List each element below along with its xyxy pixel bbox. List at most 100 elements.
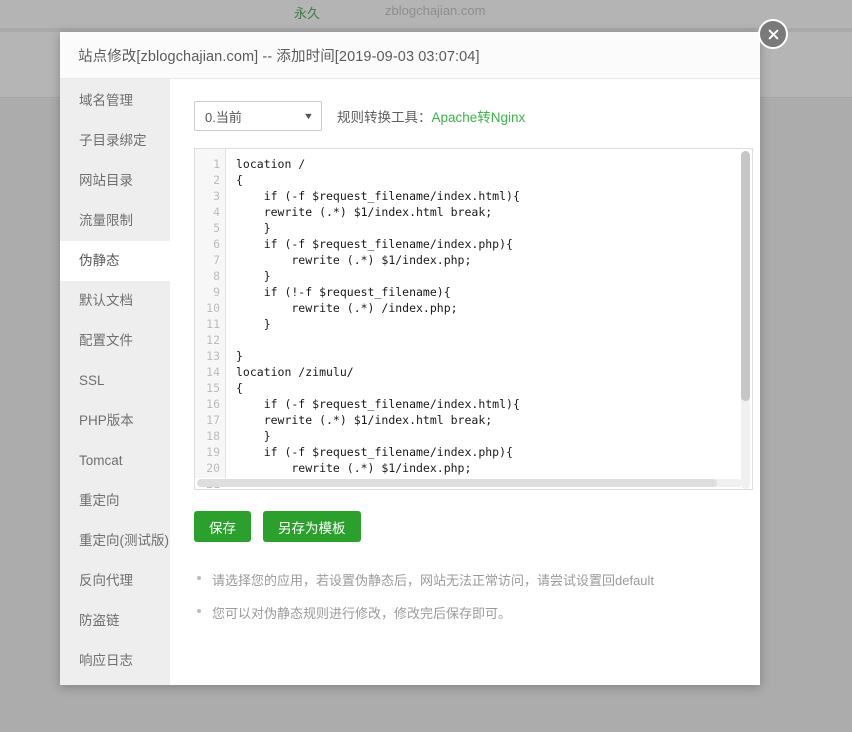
line-number: 7: [195, 252, 225, 268]
line-number: 19: [195, 444, 225, 460]
sidebar-item-label: 流量限制: [79, 213, 133, 228]
action-buttons: 保存 另存为模板: [194, 511, 760, 542]
code-line: }: [236, 268, 752, 284]
code-line: }: [236, 348, 752, 364]
rewrite-settings-panel: 0.当前 ▼ 规则转换工具：Apache转Nginx 1234567891011…: [170, 79, 760, 685]
sidebar-item-label: 重定向: [79, 493, 120, 508]
code-line: rewrite (.*) $1/index.php;: [236, 460, 752, 476]
code-line: }: [236, 220, 752, 236]
sidebar-item-hotlink-protection[interactable]: 防盗链: [60, 601, 170, 641]
sidebar-item-label: 响应日志: [79, 653, 133, 668]
apache-to-nginx-link[interactable]: Apache转Nginx: [432, 110, 526, 125]
line-number: 12: [195, 332, 225, 348]
sidebar-item-default-document[interactable]: 默认文档: [60, 281, 170, 321]
line-number: 14: [195, 364, 225, 380]
code-line: if (-f $request_filename/index.php){: [236, 236, 752, 252]
code-line: rewrite (.*) $1/index.html break;: [236, 204, 752, 220]
close-circle-icon[interactable]: [758, 19, 788, 49]
editor-vertical-scrollbar-thumb[interactable]: [741, 151, 750, 401]
code-line: [236, 332, 752, 348]
sidebar-item-domain-management[interactable]: 域名管理: [60, 81, 170, 121]
line-number: 5: [195, 220, 225, 236]
modal-body: 域名管理 子目录绑定 网站目录 流量限制 伪静态 默认文档 配置文件 SSL P…: [60, 79, 760, 685]
editor-horizontal-scrollbar-thumb[interactable]: [197, 479, 717, 487]
code-line: if (-f $request_filename/index.html){: [236, 396, 752, 412]
help-notes: 请选择您的应用，若设置伪静态后，网站无法正常访问，请尝试设置回default 您…: [194, 570, 760, 622]
sidebar-item-label: 配置文件: [79, 333, 133, 348]
code-line: if (!-f $request_filename){: [236, 284, 752, 300]
line-number: 9: [195, 284, 225, 300]
site-edit-modal: 站点修改[zblogchajian.com] -- 添加时间[2019-09-0…: [60, 32, 760, 685]
line-number: 16: [195, 396, 225, 412]
line-number: 18: [195, 428, 225, 444]
sidebar-item-label: 默认文档: [79, 293, 133, 308]
sidebar-item-reverse-proxy[interactable]: 反向代理: [60, 561, 170, 601]
rewrite-code-editor[interactable]: 123456789101112131415161718192021 locati…: [194, 148, 753, 490]
line-number: 17: [195, 412, 225, 428]
code-line: if (-f $request_filename/index.html){: [236, 188, 752, 204]
sidebar-item-redirect-beta[interactable]: 重定向(测试版): [60, 521, 170, 561]
code-line: {: [236, 172, 752, 188]
sidebar-item-label: 反向代理: [79, 573, 133, 588]
sidebar-item-response-log[interactable]: 响应日志: [60, 641, 170, 681]
line-number: 13: [195, 348, 225, 364]
sidebar-item-website-directory[interactable]: 网站目录: [60, 161, 170, 201]
sidebar-item-label: 域名管理: [79, 93, 133, 108]
converter-label: 规则转换工具：Apache转Nginx: [337, 106, 525, 126]
line-number: 11: [195, 316, 225, 332]
line-number-gutter: 123456789101112131415161718192021: [195, 149, 226, 478]
sidebar-item-config-file[interactable]: 配置文件: [60, 321, 170, 361]
sidebar-item-ssl[interactable]: SSL: [60, 361, 170, 401]
line-number: 6: [195, 236, 225, 252]
code-line: rewrite (.*) $1/index.html break;: [236, 412, 752, 428]
sidebar-item-redirect[interactable]: 重定向: [60, 481, 170, 521]
code-line: if (-f $request_filename/index.php){: [236, 444, 752, 460]
code-line: rewrite (.*) $1/index.php;: [236, 252, 752, 268]
chevron-down-icon: ▼: [303, 111, 314, 121]
line-number: 8: [195, 268, 225, 284]
code-line: location /: [236, 156, 752, 172]
save-as-template-button[interactable]: 另存为模板: [263, 511, 361, 542]
rewrite-rule-select[interactable]: 0.当前 ▼: [194, 101, 322, 131]
converter-label-text: 规则转换工具：: [337, 110, 432, 125]
settings-sidebar: 域名管理 子目录绑定 网站目录 流量限制 伪静态 默认文档 配置文件 SSL P…: [60, 79, 170, 685]
help-note-item: 您可以对伪静态规则进行修改，修改完后保存即可。: [194, 603, 760, 622]
background-domain-label: zblogchajian.com: [385, 3, 485, 18]
line-number: 10: [195, 300, 225, 316]
code-line: }: [236, 316, 752, 332]
sidebar-item-label: 重定向(测试版): [79, 533, 169, 548]
rewrite-rule-select-value: 0.当前: [205, 107, 242, 126]
code-editor-surface[interactable]: 123456789101112131415161718192021 locati…: [195, 149, 752, 478]
line-number: 1: [195, 156, 225, 172]
sidebar-item-label: 网站目录: [79, 173, 133, 188]
sidebar-item-rewrite[interactable]: 伪静态: [60, 241, 170, 281]
background-topbar-content: 永久 zblogchajian.com: [0, 0, 852, 28]
sidebar-item-php-version[interactable]: PHP版本: [60, 401, 170, 441]
line-number: 15: [195, 380, 225, 396]
rewrite-toolbar: 0.当前 ▼ 规则转换工具：Apache转Nginx: [194, 101, 760, 131]
sidebar-item-label: PHP版本: [79, 413, 134, 428]
sidebar-item-label: 伪静态: [79, 253, 120, 268]
code-line: }: [236, 476, 752, 478]
save-button[interactable]: 保存: [194, 511, 251, 542]
line-number: 3: [195, 188, 225, 204]
editor-vertical-scrollbar[interactable]: [741, 151, 750, 489]
page-title: 站点修改[zblogchajian.com] -- 添加时间[2019-09-0…: [78, 45, 480, 66]
code-line: {: [236, 380, 752, 396]
code-line: }: [236, 428, 752, 444]
code-line: location /zimulu/: [236, 364, 752, 380]
line-number: 20: [195, 460, 225, 476]
background-permanent-label: 永久: [294, 3, 320, 22]
modal-header: 站点修改[zblogchajian.com] -- 添加时间[2019-09-0…: [60, 32, 760, 79]
editor-horizontal-scrollbar[interactable]: [197, 479, 742, 487]
sidebar-item-label: SSL: [79, 373, 105, 388]
sidebar-item-traffic-limit[interactable]: 流量限制: [60, 201, 170, 241]
line-number: 2: [195, 172, 225, 188]
sidebar-item-label: 防盗链: [79, 613, 120, 628]
sidebar-item-label: Tomcat: [79, 453, 123, 468]
sidebar-item-tomcat[interactable]: Tomcat: [60, 441, 170, 481]
help-note-item: 请选择您的应用，若设置伪静态后，网站无法正常访问，请尝试设置回default: [194, 570, 760, 589]
code-text-area[interactable]: location /{ if (-f $request_filename/ind…: [226, 149, 752, 478]
sidebar-item-subdirectory-binding[interactable]: 子目录绑定: [60, 121, 170, 161]
sidebar-item-label: 子目录绑定: [79, 133, 147, 148]
